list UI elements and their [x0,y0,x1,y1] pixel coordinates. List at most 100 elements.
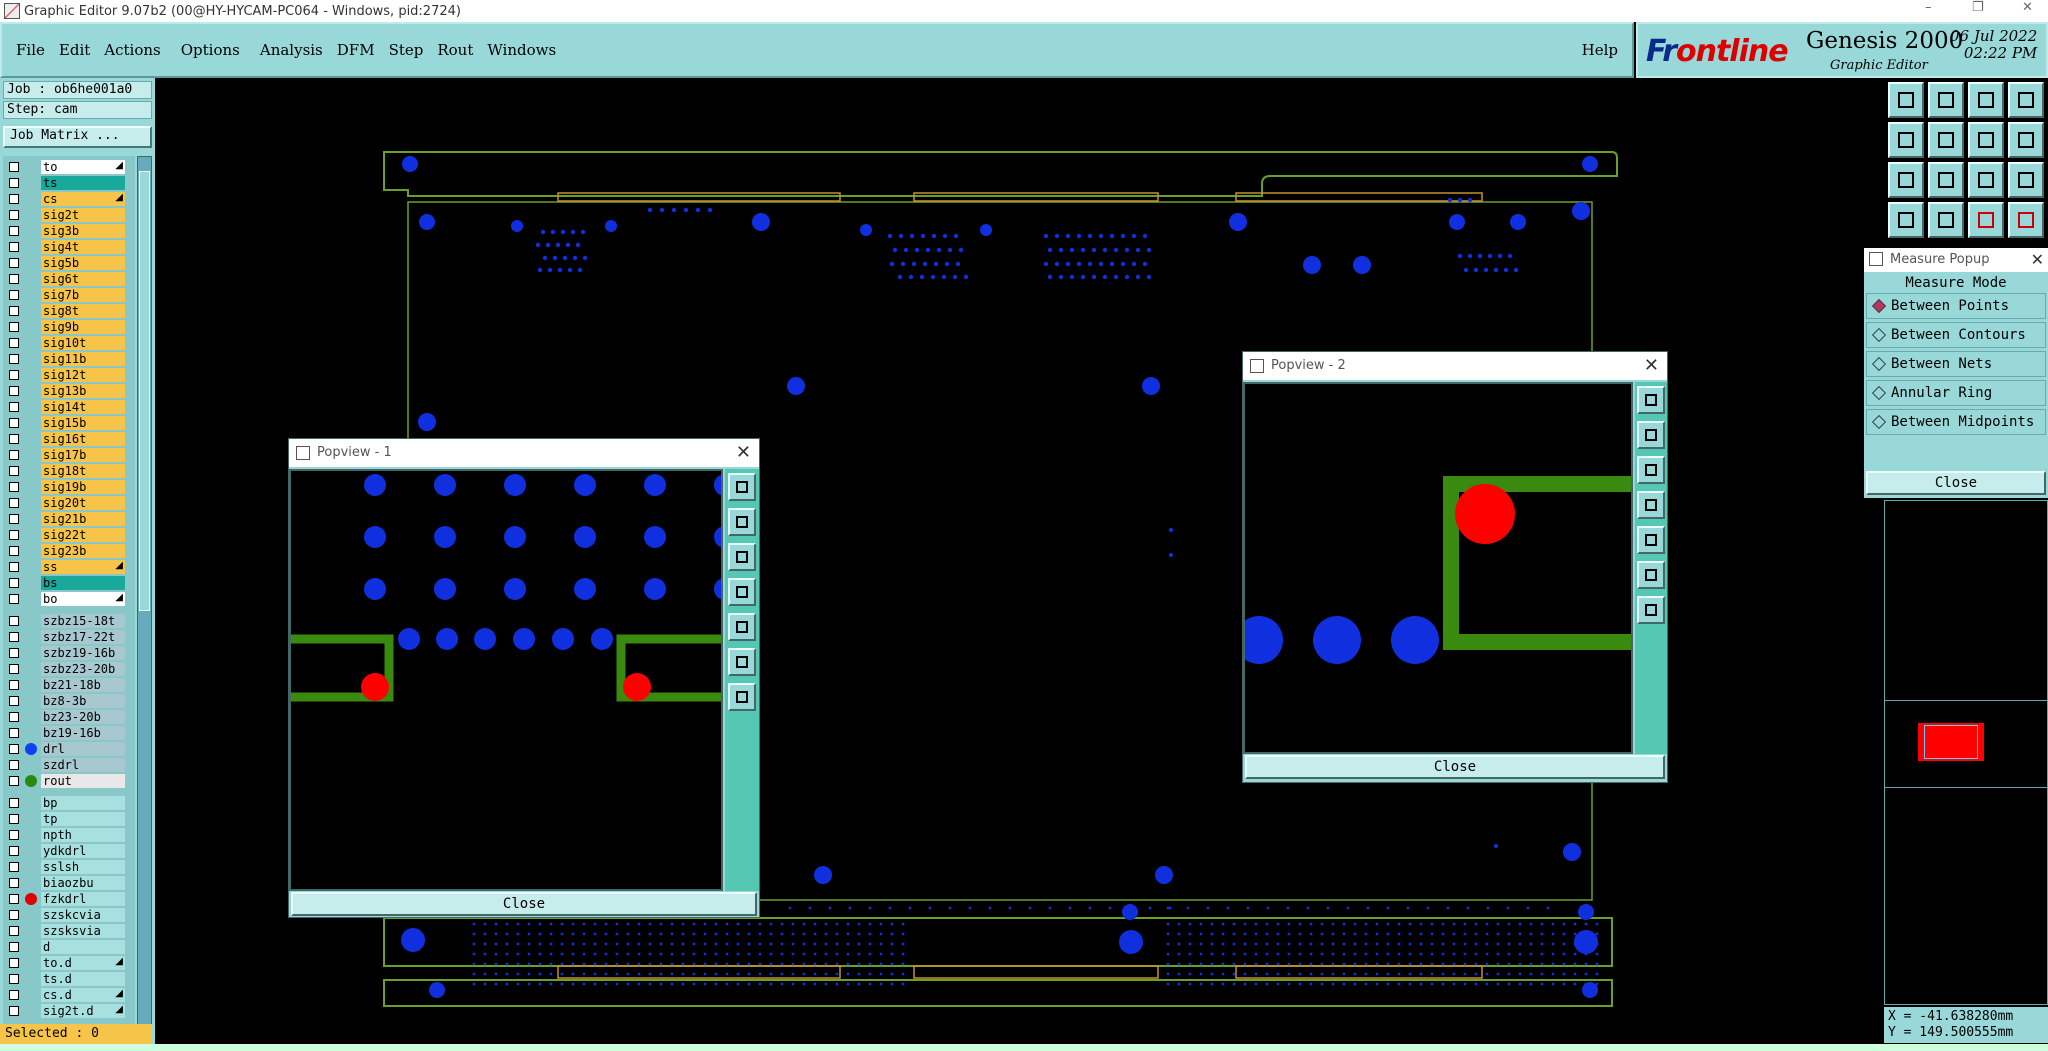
help-icon[interactable] [2008,162,2044,198]
popview-center-icon[interactable] [1637,596,1665,624]
popview-up-icon[interactable] [728,508,756,536]
layer-row-sig20t[interactable]: sig20t [3,495,135,511]
center-icon[interactable] [1928,162,1964,198]
popview-zoom-icon[interactable] [728,473,756,501]
layout-icon[interactable] [2008,82,2044,118]
close-icon[interactable]: ✕ [736,439,751,467]
layer-checkbox[interactable] [9,562,19,572]
popview-zoom-icon[interactable] [1637,386,1665,414]
measure-option-between-contours[interactable]: Between Contours [1866,322,2046,348]
layer-checkbox[interactable] [9,664,19,674]
layer-row-ydkdrl[interactable]: ydkdrl [3,843,135,859]
restore-button[interactable]: ❐ [1972,0,1984,15]
layer-name[interactable]: sslsh [41,860,125,874]
layer-name[interactable]: cs.d [41,988,125,1002]
layer-checkbox[interactable] [9,846,19,856]
layer-name[interactable]: sig10t [41,336,125,350]
layer-checkbox[interactable] [9,958,19,968]
layer-row-sig3b[interactable]: sig3b [3,223,135,239]
layer-row-szdrl[interactable]: szdrl [3,757,135,773]
layer-name[interactable]: szsksvia [41,924,125,938]
menu-options[interactable]: Options [181,41,240,59]
layer-checkbox[interactable] [9,990,19,1000]
layer-checkbox[interactable] [9,648,19,658]
layer-row-sig23b[interactable]: sig23b [3,543,135,559]
layer-name[interactable]: sig6t [41,272,125,286]
layer-row-szbz23-20b[interactable]: szbz23-20b [3,661,135,677]
layer-checkbox[interactable] [9,466,19,476]
layer-row-sig4t[interactable]: sig4t [3,239,135,255]
layer-checkbox[interactable] [9,178,19,188]
layer-checkbox[interactable] [9,306,19,316]
layer-name[interactable]: sig13b [41,384,125,398]
layer-row-szsksvia[interactable]: szsksvia [3,923,135,939]
layer-row-sslsh[interactable]: sslsh [3,859,135,875]
layer-checkbox[interactable] [9,616,19,626]
layer-row-bz8-3b[interactable]: bz8-3b [3,693,135,709]
popview-2-canvas[interactable] [1243,382,1633,754]
layer-row-ts-d[interactable]: ts.d [3,971,135,987]
layer-row-to[interactable]: to ◢ [3,159,135,175]
layer-name[interactable]: bz19-16b [41,726,125,740]
layer-row-cs[interactable]: cs ◢ [3,191,135,207]
layer-name[interactable]: sig5b [41,256,125,270]
layer-checkbox[interactable] [9,322,19,332]
layer-name[interactable]: ss [41,560,125,574]
layer-name[interactable]: sig4t [41,240,125,254]
home-icon[interactable] [1968,82,2004,118]
layer-checkbox[interactable] [9,894,19,904]
close-icon[interactable]: ✕ [2031,248,2044,272]
minimap-viewport[interactable] [1924,725,1978,759]
layer-checkbox[interactable] [9,386,19,396]
layer-name[interactable]: sig7b [41,288,125,302]
layer-name[interactable]: sig2t [41,208,125,222]
layer-row-fzkdrl[interactable]: fzkdrl [3,891,135,907]
layer-name[interactable]: drl [41,742,125,756]
layer-row-sig2t[interactable]: sig2t [3,207,135,223]
layer-name[interactable]: sig16t [41,432,125,446]
layer-list-scrollbar[interactable] [137,156,152,1051]
menu-file[interactable]: File [16,41,45,59]
fit-all-icon[interactable] [1888,162,1924,198]
layer-checkbox[interactable] [9,680,19,690]
pan-left-icon[interactable] [1888,122,1924,158]
layer-row-npth[interactable]: npth [3,827,135,843]
layer-name[interactable]: szdrl [41,758,125,772]
layer-row-sig7b[interactable]: sig7b [3,287,135,303]
layer-name[interactable]: sig15b [41,416,125,430]
layer-name[interactable]: sig22t [41,528,125,542]
layer-row-sig17b[interactable]: sig17b [3,447,135,463]
popview-1-canvas[interactable] [289,469,723,891]
layer-checkbox[interactable] [9,760,19,770]
layer-row-sig15b[interactable]: sig15b [3,415,135,431]
layer-name[interactable]: sig2t.d [41,1004,125,1018]
layer-name[interactable]: sig21b [41,512,125,526]
layer-row-sig5b[interactable]: sig5b [3,255,135,271]
menu-step[interactable]: Step [389,41,424,59]
layer-checkbox[interactable] [9,974,19,984]
popview-fit-icon[interactable] [728,648,756,676]
menu-edit[interactable]: Edit [59,41,90,59]
layer-row-sig16t[interactable]: sig16t [3,431,135,447]
window-close-button[interactable]: ✕ [2022,0,2033,15]
layer-name[interactable]: ydkdrl [41,844,125,858]
layer-row-bp[interactable]: bp [3,795,135,811]
layer-row-bz21-18b[interactable]: bz21-18b [3,677,135,693]
layer-checkbox[interactable] [9,258,19,268]
layer-row-bz19-16b[interactable]: bz19-16b [3,725,135,741]
measure-icon[interactable] [1928,202,1964,238]
scrollbar-thumb[interactable] [139,171,150,611]
layer-checkbox[interactable] [9,194,19,204]
layer-checkbox[interactable] [9,274,19,284]
minimap[interactable] [1884,700,2048,788]
layer-row-biaozbu[interactable]: biaozbu [3,875,135,891]
layer-name[interactable]: sig12t [41,368,125,382]
layer-row-cs-d[interactable]: cs.d ◢ [3,987,135,1003]
layer-name[interactable]: bo [41,592,125,606]
layer-name[interactable]: szbz15-18t [41,614,125,628]
layer-name[interactable]: sig18t [41,464,125,478]
layer-name[interactable]: d [41,940,125,954]
layer-row-rout[interactable]: rout [3,773,135,789]
layer-row-szbz15-18t[interactable]: szbz15-18t [3,613,135,629]
layer-checkbox[interactable] [9,696,19,706]
